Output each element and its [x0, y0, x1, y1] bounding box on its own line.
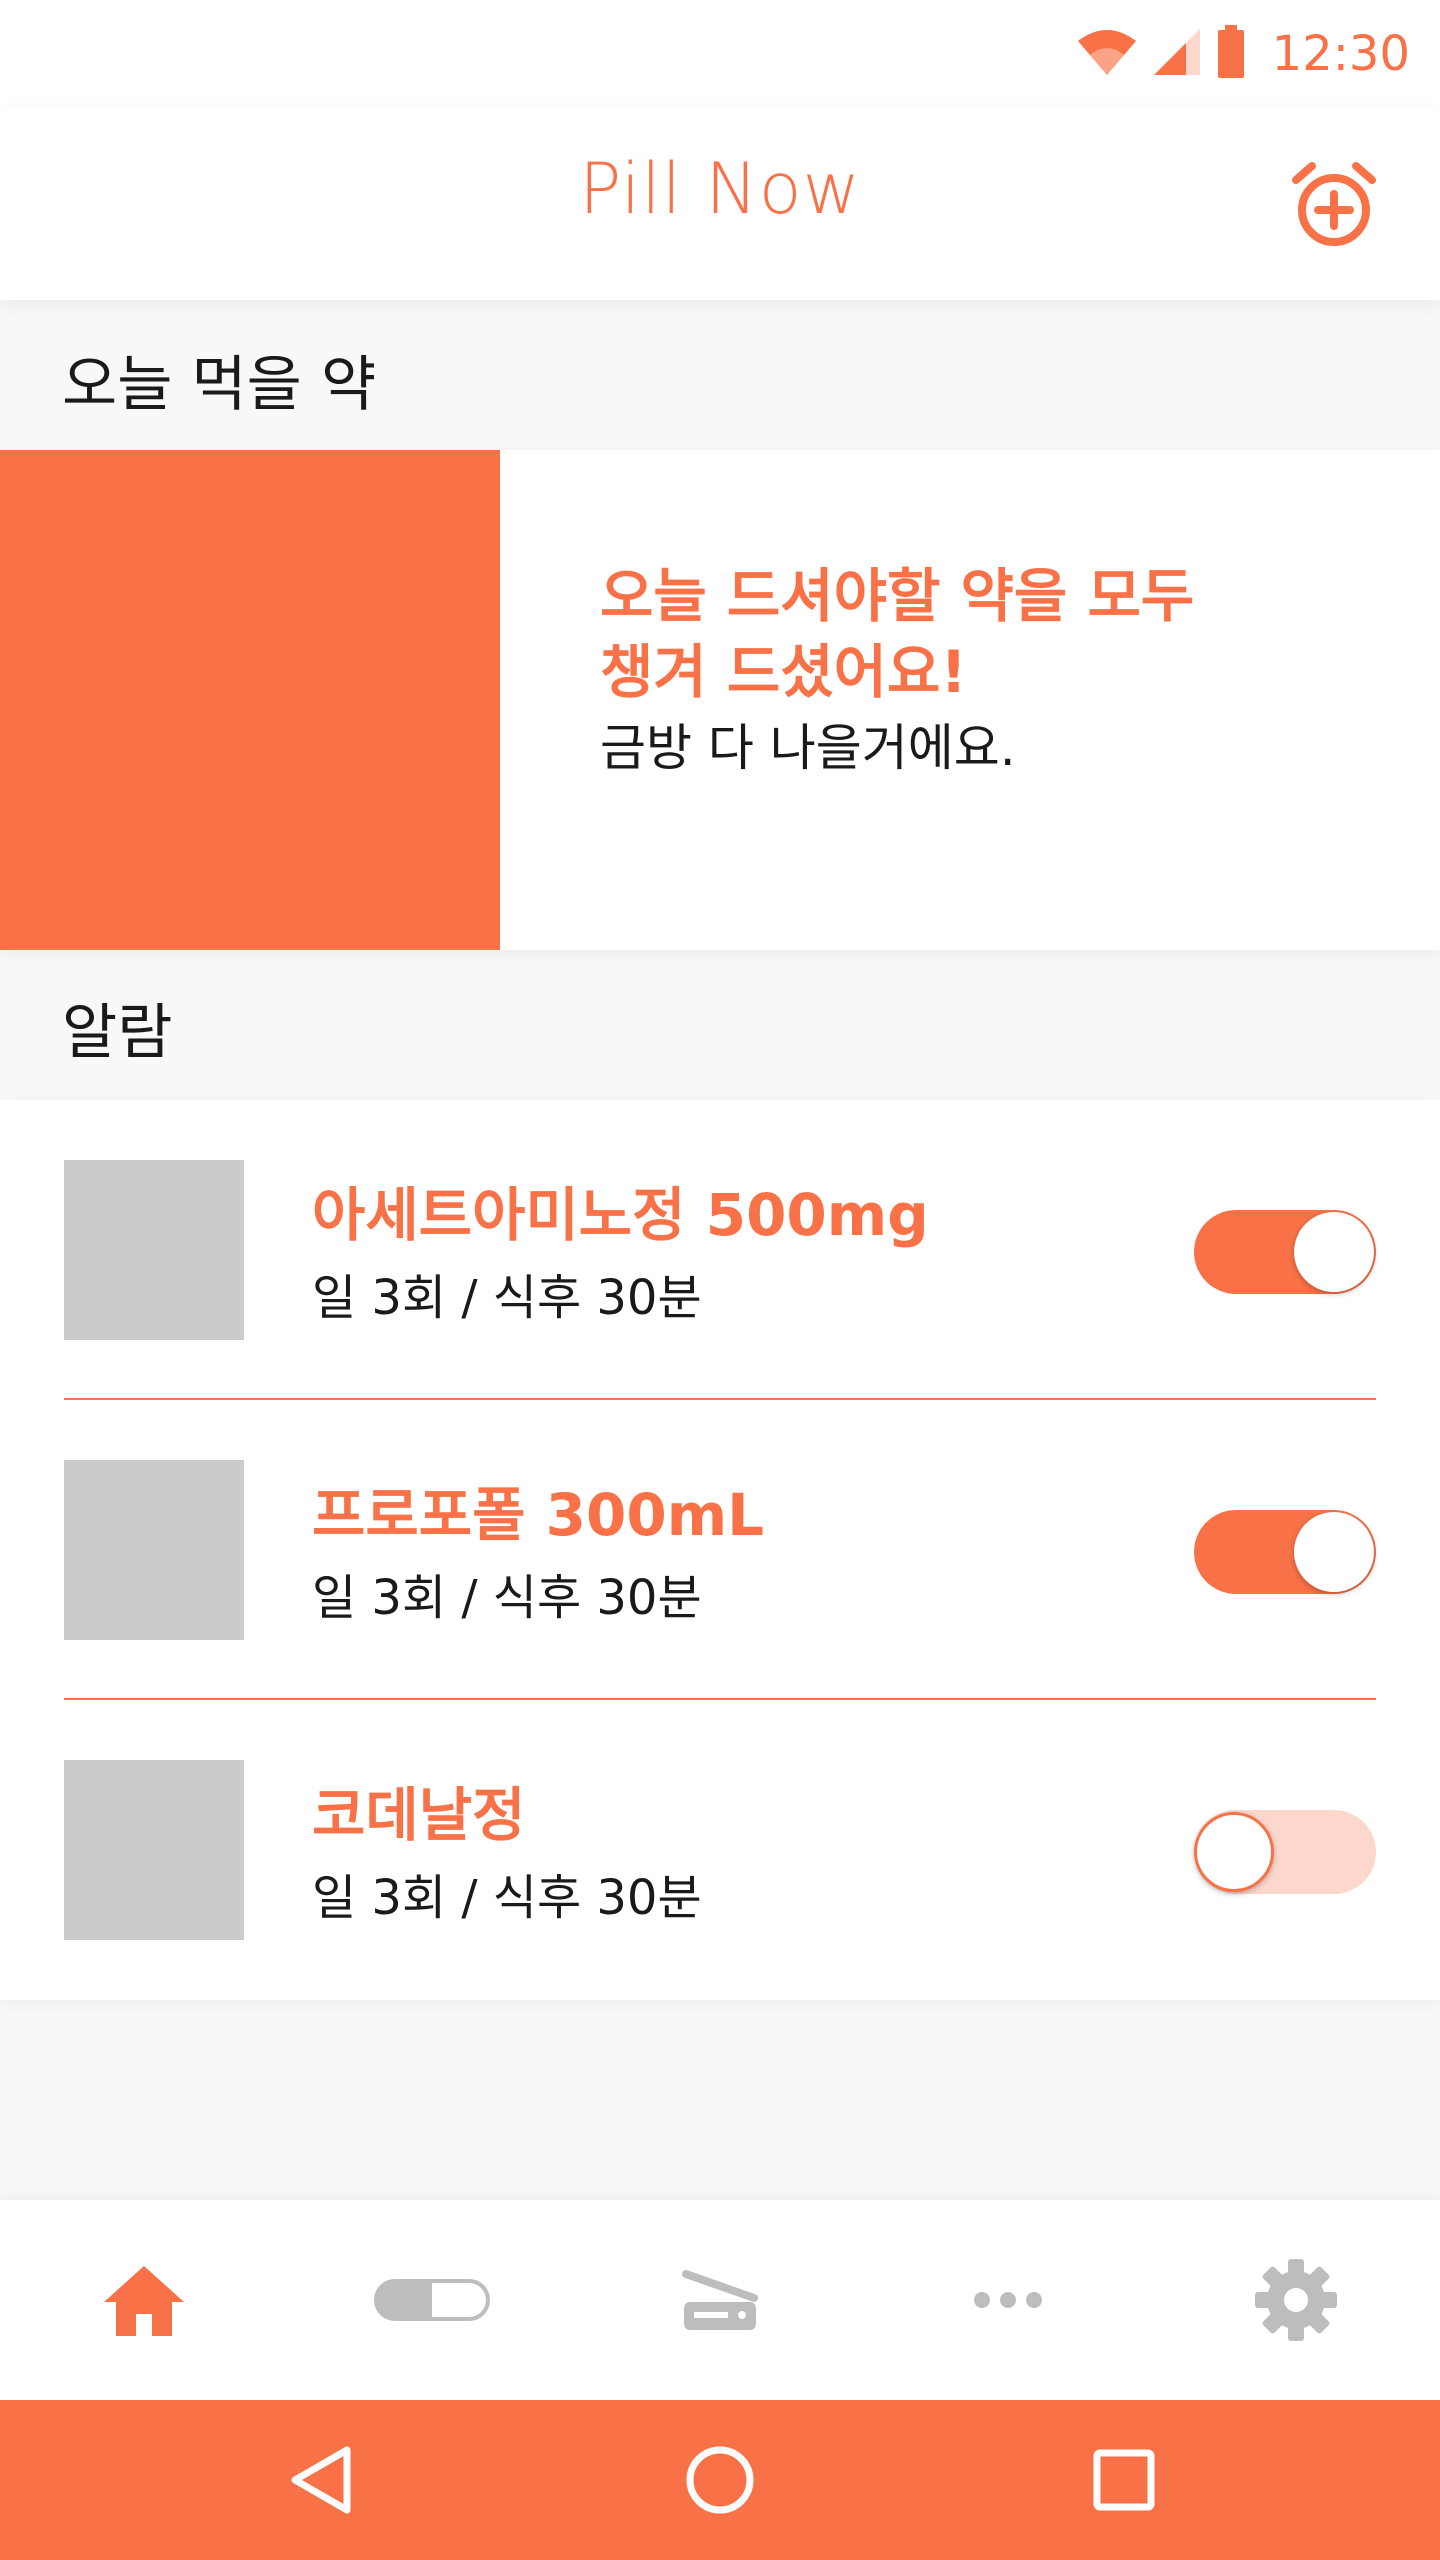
back-icon [291, 2446, 351, 2514]
nav-scan[interactable] [576, 2200, 864, 2400]
system-recents-button[interactable] [1024, 2400, 1224, 2560]
nav-medicine[interactable] [288, 2200, 576, 2400]
wifi-icon [1076, 27, 1138, 81]
today-headline-line2: 챙겨 드셨어요! [600, 638, 967, 706]
today-summary-card[interactable]: 오늘 드셔야할 약을 모두 챙겨 드셨어요! 금방 다 나을거에요. [0, 450, 1440, 950]
medicine-schedule: 일 3회 / 식후 30분 [312, 1270, 702, 1326]
today-section-title: 오늘 먹을 약 [62, 350, 377, 420]
alarm-toggle[interactable] [1194, 1510, 1376, 1594]
today-headline: 오늘 드셔야할 약을 모두 챙겨 드셨어요! [600, 558, 1320, 710]
medicine-thumbnail [64, 1160, 244, 1340]
today-headline-line1: 오늘 드셔야할 약을 모두 [600, 562, 1195, 630]
scanner-icon [682, 2270, 758, 2330]
app-title: Pill Now [579, 148, 861, 230]
medicine-thumbnail [64, 1460, 244, 1640]
medicine-schedule: 일 3회 / 식후 30분 [312, 1870, 702, 1926]
alarm-add-icon [1292, 162, 1376, 246]
status-icons: 12:30 [1076, 22, 1410, 86]
medicine-thumbnail [64, 1760, 244, 1940]
toggle-knob [1294, 1212, 1374, 1292]
recents-icon [1093, 2449, 1155, 2511]
toggle-knob [1194, 1812, 1274, 1892]
alarm-toggle[interactable] [1194, 1210, 1376, 1294]
alarm-list: 아세트아미노정 500mg 일 3회 / 식후 30분 프로포폴 300mL 일… [0, 1100, 1440, 2000]
toggle-knob [1294, 1512, 1374, 1592]
medicine-name: 아세트아미노정 500mg [312, 1181, 929, 1249]
home-circle-icon [686, 2446, 754, 2514]
system-back-button[interactable] [220, 2400, 420, 2560]
add-alarm-button[interactable] [1286, 156, 1382, 252]
alarm-toggle[interactable] [1194, 1810, 1376, 1894]
alarm-item[interactable]: 코데날정 일 3회 / 식후 30분 [0, 1700, 1440, 2000]
medicine-name: 프로포폴 300mL [312, 1481, 765, 1549]
alarm-section-title: 알람 [62, 998, 173, 1068]
bottom-navigation [0, 2200, 1440, 2400]
alarm-item[interactable]: 아세트아미노정 500mg 일 3회 / 식후 30분 [0, 1100, 1440, 1400]
today-image [0, 450, 500, 950]
system-home-button[interactable] [620, 2400, 820, 2560]
medicine-name: 코데날정 [312, 1781, 526, 1849]
nav-settings[interactable] [1152, 2200, 1440, 2400]
home-icon [104, 2266, 184, 2336]
cellular-signal-icon [1152, 27, 1202, 81]
capsule-icon [374, 2279, 490, 2321]
status-time: 12:30 [1271, 26, 1410, 82]
system-navigation-bar [0, 2400, 1440, 2560]
more-icon [974, 2292, 1042, 2308]
gear-icon [1255, 2259, 1337, 2341]
today-subtext: 금방 다 나을거에요. [600, 719, 1016, 777]
battery-icon [1216, 25, 1246, 83]
alarm-item[interactable]: 프로포폴 300mL 일 3회 / 식후 30분 [0, 1400, 1440, 1700]
medicine-schedule: 일 3회 / 식후 30분 [312, 1570, 702, 1626]
nav-home[interactable] [0, 2200, 288, 2400]
nav-more[interactable] [864, 2200, 1152, 2400]
app-bar: Pill Now [0, 108, 1440, 300]
status-bar: 12:30 [0, 0, 1440, 108]
